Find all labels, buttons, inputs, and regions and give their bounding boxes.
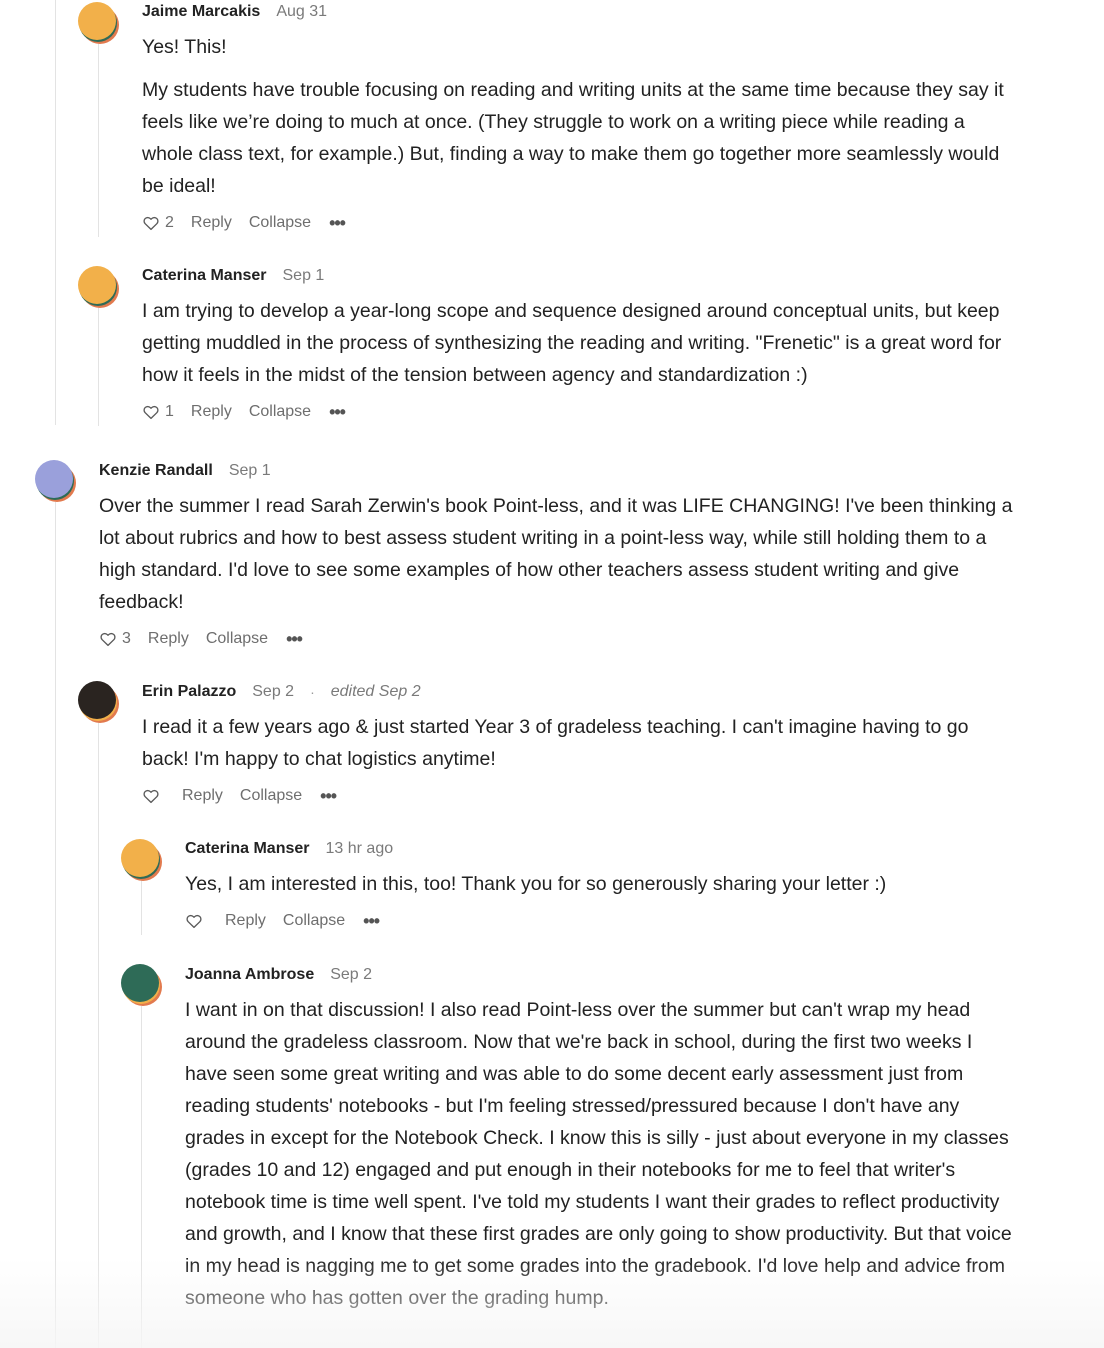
comment-meta: Joanna Ambrose Sep 2 <box>185 963 372 987</box>
comment-body: I am trying to develop a year-long scope… <box>142 295 1014 391</box>
heart-icon <box>186 914 202 929</box>
comment-body: I read it a few years ago & just started… <box>142 711 1014 775</box>
thread-line-level-1 <box>98 306 99 426</box>
author-name[interactable]: Caterina Manser <box>142 267 267 285</box>
reply-button[interactable]: Reply <box>148 630 189 648</box>
more-options-icon[interactable]: ••• <box>286 629 303 650</box>
thread-line-level-1 <box>98 722 99 1348</box>
comment-paragraph: I want in on that discussion! I also rea… <box>185 999 1012 1309</box>
author-name[interactable]: Kenzie Randall <box>99 462 213 480</box>
collapse-button[interactable]: Collapse <box>249 403 311 421</box>
avatar[interactable] <box>121 964 162 1006</box>
reply-button[interactable]: Reply <box>191 403 232 421</box>
thread-line-level-0 <box>55 0 56 425</box>
like-button[interactable]: 1 <box>142 403 174 421</box>
comment-paragraph: Yes, I am interested in this, too! Thank… <box>185 873 887 895</box>
comment-actions: Reply Collapse ••• <box>185 909 380 933</box>
comment-date[interactable]: 13 hr ago <box>326 840 394 858</box>
author-name[interactable]: Caterina Manser <box>185 840 310 858</box>
comment-date[interactable]: Sep 1 <box>229 462 271 480</box>
comment-meta: Kenzie Randall Sep 1 <box>99 459 271 483</box>
thread-line-level-2 <box>141 1006 142 1348</box>
author-name[interactable]: Joanna Ambrose <box>185 966 314 984</box>
comment-body: Yes! This! My students have trouble focu… <box>142 31 1014 202</box>
collapse-button[interactable]: Collapse <box>283 912 345 930</box>
comment-actions: Reply Collapse ••• <box>142 784 337 808</box>
thread-line-level-0 <box>55 502 56 1348</box>
like-count: 1 <box>165 403 174 420</box>
more-options-icon[interactable]: ••• <box>329 213 346 234</box>
author-name[interactable]: Jaime Marcakis <box>142 3 260 21</box>
thread-line-level-1 <box>98 42 99 237</box>
comment-meta: Jaime Marcakis Aug 31 <box>142 0 327 24</box>
like-button[interactable]: 2 <box>142 214 174 232</box>
more-options-icon[interactable]: ••• <box>329 402 346 423</box>
comment-paragraph: Yes! This! <box>142 36 227 58</box>
comment-actions: 1 Reply Collapse ••• <box>142 400 346 424</box>
heart-icon <box>143 789 159 804</box>
more-options-icon[interactable]: ••• <box>363 911 380 932</box>
comment-actions: 2 Reply Collapse ••• <box>142 211 346 235</box>
comment-meta: Caterina Manser 13 hr ago <box>185 837 393 861</box>
avatar[interactable] <box>121 839 162 881</box>
author-name[interactable]: Erin Palazzo <box>142 683 236 701</box>
heart-icon <box>143 216 159 231</box>
heart-icon <box>100 632 116 647</box>
avatar[interactable] <box>35 460 76 502</box>
comment-body: Over the summer I read Sarah Zerwin's bo… <box>99 490 1014 618</box>
collapse-button[interactable]: Collapse <box>240 787 302 805</box>
reply-button[interactable]: Reply <box>225 912 266 930</box>
avatar[interactable] <box>78 681 119 723</box>
comment-meta: Erin Palazzo Sep 2 · edited Sep 2 <box>142 680 421 704</box>
comment-paragraph: I read it a few years ago & just started… <box>142 716 969 770</box>
meta-separator: · <box>310 684 315 700</box>
more-options-icon[interactable]: ••• <box>320 786 337 807</box>
comment-body: I want in on that discussion! I also rea… <box>185 994 1012 1314</box>
collapse-button[interactable]: Collapse <box>249 214 311 232</box>
comment-paragraph: Over the summer I read Sarah Zerwin's bo… <box>99 495 1013 613</box>
comment-meta: Caterina Manser Sep 1 <box>142 264 324 288</box>
avatar[interactable] <box>78 266 119 308</box>
like-button[interactable] <box>185 912 208 930</box>
reply-button[interactable]: Reply <box>191 214 232 232</box>
comment-actions: 3 Reply Collapse ••• <box>99 627 303 651</box>
comment-body: Yes, I am interested in this, too! Thank… <box>185 868 1014 900</box>
edited-label: edited Sep 2 <box>330 683 421 700</box>
comment-date[interactable]: Sep 2 <box>330 966 372 984</box>
like-button[interactable]: 3 <box>99 630 131 648</box>
avatar[interactable] <box>78 2 119 44</box>
reply-button[interactable]: Reply <box>182 787 223 805</box>
heart-icon <box>143 405 159 420</box>
comment-date[interactable]: Aug 31 <box>276 3 327 21</box>
comment-date[interactable]: Sep 1 <box>283 267 325 285</box>
comment-paragraph: I am trying to develop a year-long scope… <box>142 300 1002 386</box>
like-count: 2 <box>165 214 174 231</box>
collapse-button[interactable]: Collapse <box>206 630 268 648</box>
comment-paragraph: My students have trouble focusing on rea… <box>142 79 1004 197</box>
comment-date[interactable]: Sep 2 <box>252 683 294 701</box>
thread-line-level-2 <box>141 880 142 935</box>
like-count: 3 <box>122 630 131 647</box>
like-button[interactable] <box>142 787 165 805</box>
